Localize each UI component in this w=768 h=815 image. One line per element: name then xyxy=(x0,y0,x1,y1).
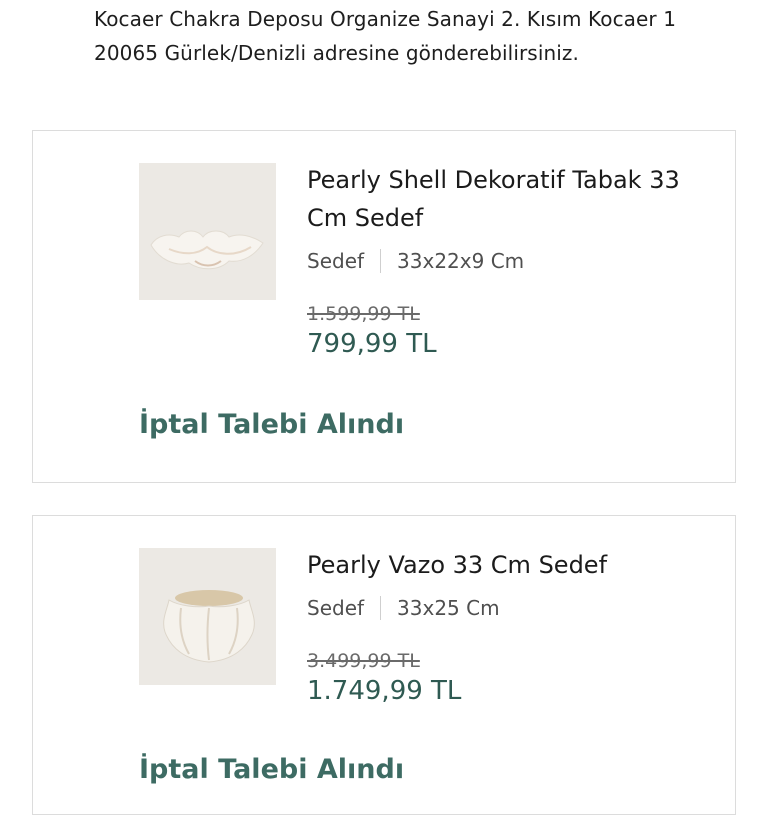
discounted-price: 799,99 TL xyxy=(307,329,437,359)
variant-size: 33x22x9 Cm xyxy=(397,249,525,273)
product-image[interactable] xyxy=(139,163,276,300)
original-price: 3.499,99 TL xyxy=(307,650,420,672)
pearl-shell-plate-icon xyxy=(139,163,276,300)
variant-info: Sedef 33x22x9 Cm xyxy=(307,249,717,273)
variant-color: Sedef xyxy=(307,249,365,273)
variant-divider xyxy=(380,596,382,620)
order-item-card[interactable]: Pearly Shell Dekoratif Tabak 33 Cm Sedef… xyxy=(32,130,736,483)
order-item-card[interactable]: Pearly Vazo 33 Cm Sedef Sedef 33x25 Cm 3… xyxy=(32,515,736,815)
product-title[interactable]: Pearly Shell Dekoratif Tabak 33 Cm Sedef xyxy=(307,161,717,237)
variant-divider xyxy=(380,249,382,273)
variant-info: Sedef 33x25 Cm xyxy=(307,596,717,620)
variant-color: Sedef xyxy=(307,596,365,620)
original-price: 1.599,99 TL xyxy=(307,303,420,325)
discounted-price: 1.749,99 TL xyxy=(307,676,462,706)
cancellation-status: İptal Talebi Alındı xyxy=(139,409,405,440)
pearl-vase-icon xyxy=(139,548,276,685)
product-title[interactable]: Pearly Vazo 33 Cm Sedef xyxy=(307,546,717,584)
product-image[interactable] xyxy=(139,548,276,685)
return-address-text: Kocaer Chakra Deposu Organize Sanayi 2. … xyxy=(94,7,677,65)
variant-size: 33x25 Cm xyxy=(397,596,500,620)
cancellation-status: İptal Talebi Alındı xyxy=(139,754,405,785)
